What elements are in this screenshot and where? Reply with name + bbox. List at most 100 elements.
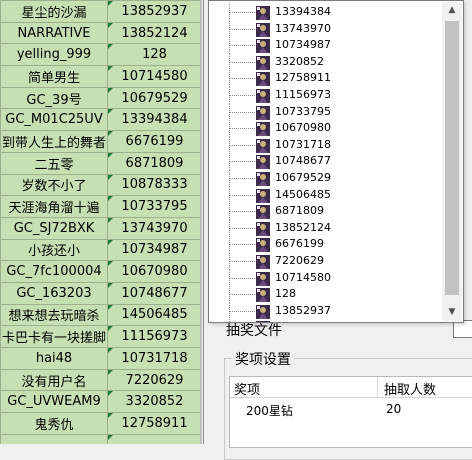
username-cell[interactable]: yelling_999 [0, 43, 109, 67]
username-cell[interactable]: GC_163203 [0, 281, 109, 305]
username-cell[interactable]: 简单男生 [0, 65, 109, 88]
sheet-row[interactable]: GC_163203 10748677 [0, 281, 202, 305]
sheet-row[interactable]: GC_M01C25UV 13394384 [0, 108, 202, 132]
sheet-row[interactable]: 鬼秀仇 12758911 [0, 412, 202, 435]
user-avatar-icon [256, 71, 270, 87]
username-cell[interactable]: GC_UVWEAM9 [0, 390, 109, 414]
username-cell[interactable]: 卡巴卡有一块搓脚 [0, 325, 109, 348]
user-avatar-icon [256, 138, 270, 153]
sheet-row[interactable]: GC_UVWEAM9 3320852 [0, 390, 202, 414]
sheet-row[interactable]: 星尘的沙漏 13852937 [0, 0, 202, 23]
sheet-row[interactable]: 二五零 6871809 [0, 151, 202, 175]
sheet-row[interactable]: GC_7fc100004 10670980 [0, 260, 202, 283]
user-id-cell[interactable]: 12758911 [107, 412, 202, 435]
dropdown-item[interactable]: 10733795 [209, 103, 441, 121]
tree-connector [229, 227, 259, 229]
sheet-row[interactable]: 天涯海角溜十遍 10733795 [0, 195, 202, 218]
username-cell[interactable]: 没有用户名 [0, 368, 109, 392]
dropdown-item[interactable]: 10679529 [209, 170, 441, 187]
dropdown-item[interactable]: 10734987 [209, 37, 441, 55]
scroll-down-arrow-icon[interactable]: ▼ [442, 304, 462, 321]
user-id-cell[interactable] [107, 433, 202, 444]
username-cell[interactable]: GC_SJ72BXK [0, 216, 109, 240]
username-cell[interactable]: GC_39号 [0, 86, 109, 110]
dropdown-item[interactable]: 7220629 [209, 253, 441, 270]
sheet-row[interactable]: GC_SJ72BXK 13743970 [0, 216, 202, 240]
sheet-row[interactable]: 岁数不小了 10878333 [0, 173, 202, 197]
user-id-cell[interactable]: 13852937 [107, 0, 202, 23]
user-id-cell[interactable]: 10679529 [107, 86, 202, 110]
username-cell[interactable] [0, 433, 109, 444]
user-id-cell[interactable]: 7220629 [107, 368, 202, 392]
user-id-cell[interactable]: 11156973 [107, 325, 202, 348]
user-id-cell[interactable]: 10731718 [107, 347, 202, 370]
user-id-cell[interactable]: 6676199 [107, 130, 202, 153]
scroll-up-arrow-icon[interactable]: ▲ [442, 2, 462, 19]
prize-name-cell[interactable]: 200星钻 [246, 402, 293, 419]
username-cell[interactable]: NARRATIVE [0, 21, 109, 45]
user-id-cell[interactable]: 6871809 [107, 151, 202, 175]
id-dropdown-list[interactable]: 13394384 13743970 10734987 3320852 12758911 1… [208, 0, 464, 323]
sheet-row[interactable]: NARRATIVE 13852124 [0, 21, 202, 45]
username-cell[interactable]: 想来想去玩暗杀 [0, 303, 109, 327]
scroll-thumb[interactable] [445, 21, 459, 295]
user-id-cell[interactable]: 10878333 [107, 173, 202, 197]
sheet-row[interactable] [0, 433, 202, 444]
dropdown-item[interactable]: 13743970 [209, 20, 441, 38]
sheet-row[interactable]: GC_39号 10679529 [0, 86, 202, 110]
sheet-row[interactable]: 简单男生 10714580 [0, 65, 202, 88]
sheet-row[interactable]: hai48 10731718 [0, 347, 202, 370]
dropdown-item[interactable]: 13852124 [209, 219, 441, 237]
dropdown-item[interactable]: 14506485 [209, 186, 441, 204]
column-separator[interactable] [377, 377, 378, 397]
tree-connector [229, 45, 259, 47]
user-id-cell[interactable]: 10748677 [107, 281, 202, 305]
dropdown-items[interactable]: 13394384 13743970 10734987 3320852 12758911 1… [209, 1, 441, 322]
user-id-cell[interactable]: 10670980 [107, 260, 202, 283]
dropdown-item[interactable]: 13852937 [209, 302, 441, 320]
username-cell[interactable]: 到带人生上的舞者 [0, 130, 109, 153]
dropdown-item[interactable]: 3320852 [209, 53, 441, 71]
username-cell[interactable]: 岁数不小了 [0, 173, 109, 197]
dropdown-item[interactable]: 6871809 [209, 203, 441, 221]
username-cell[interactable]: GC_M01C25UV [0, 108, 109, 132]
sheet-row[interactable]: 没有用户名 7220629 [0, 368, 202, 392]
username-cell[interactable]: 星尘的沙漏 [0, 0, 109, 23]
dropdown-item[interactable]: 10878333 [209, 319, 441, 322]
username-cell[interactable]: hai48 [0, 347, 109, 370]
user-id-cell[interactable]: 13394384 [107, 108, 202, 132]
prize-count-cell[interactable]: 20 [386, 402, 401, 416]
vertical-scrollbar[interactable]: ▲ ▼ [442, 2, 462, 321]
sheet-row[interactable]: 卡巴卡有一块搓脚 11156973 [0, 325, 202, 348]
user-id-cell[interactable]: 3320852 [107, 390, 202, 414]
username-cell[interactable]: 天涯海角溜十遍 [0, 195, 109, 218]
prize-table[interactable]: 奖项 抽取人数 200星钻 20 [229, 376, 472, 448]
sheet-row[interactable]: yelling_999 128 [0, 43, 202, 67]
sheet-row[interactable]: 到带人生上的舞者 6676199 [0, 130, 202, 153]
user-id-cell[interactable]: 128 [107, 43, 202, 67]
dropdown-item[interactable]: 13394384 [209, 4, 441, 21]
dropdown-item[interactable]: 11156973 [209, 87, 441, 104]
dropdown-item[interactable]: 10670980 [209, 120, 441, 138]
username-cell[interactable]: 鬼秀仇 [0, 412, 109, 435]
dropdown-item[interactable]: 12758911 [209, 70, 441, 88]
username-cell[interactable]: 二五零 [0, 151, 109, 175]
user-id-cell[interactable]: 13743970 [107, 216, 202, 240]
dropdown-item[interactable]: 10748677 [209, 153, 441, 171]
user-avatar-icon [256, 204, 270, 220]
username-cell[interactable]: GC_7fc100004 [0, 260, 109, 283]
user-id-cell[interactable]: 13852124 [107, 21, 202, 45]
column-header-count[interactable]: 抽取人数 [384, 379, 436, 398]
user-id-cell[interactable]: 10714580 [107, 65, 202, 88]
username-cell[interactable]: 小孩还小 [0, 238, 109, 262]
sheet-row[interactable]: 小孩还小 10734987 [0, 238, 202, 262]
dropdown-item[interactable]: 10714580 [209, 269, 441, 287]
sheet-row[interactable]: 想来想去玩暗杀 14506485 [0, 303, 202, 327]
user-id-cell[interactable]: 10733795 [107, 195, 202, 218]
dropdown-item[interactable]: 10731718 [209, 136, 441, 154]
dropdown-item[interactable]: 6676199 [209, 236, 441, 254]
dropdown-item[interactable]: 128 [209, 286, 441, 304]
column-header-prize[interactable]: 奖项 [234, 379, 260, 398]
user-id-cell[interactable]: 10734987 [107, 238, 202, 262]
user-id-cell[interactable]: 14506485 [107, 303, 202, 327]
